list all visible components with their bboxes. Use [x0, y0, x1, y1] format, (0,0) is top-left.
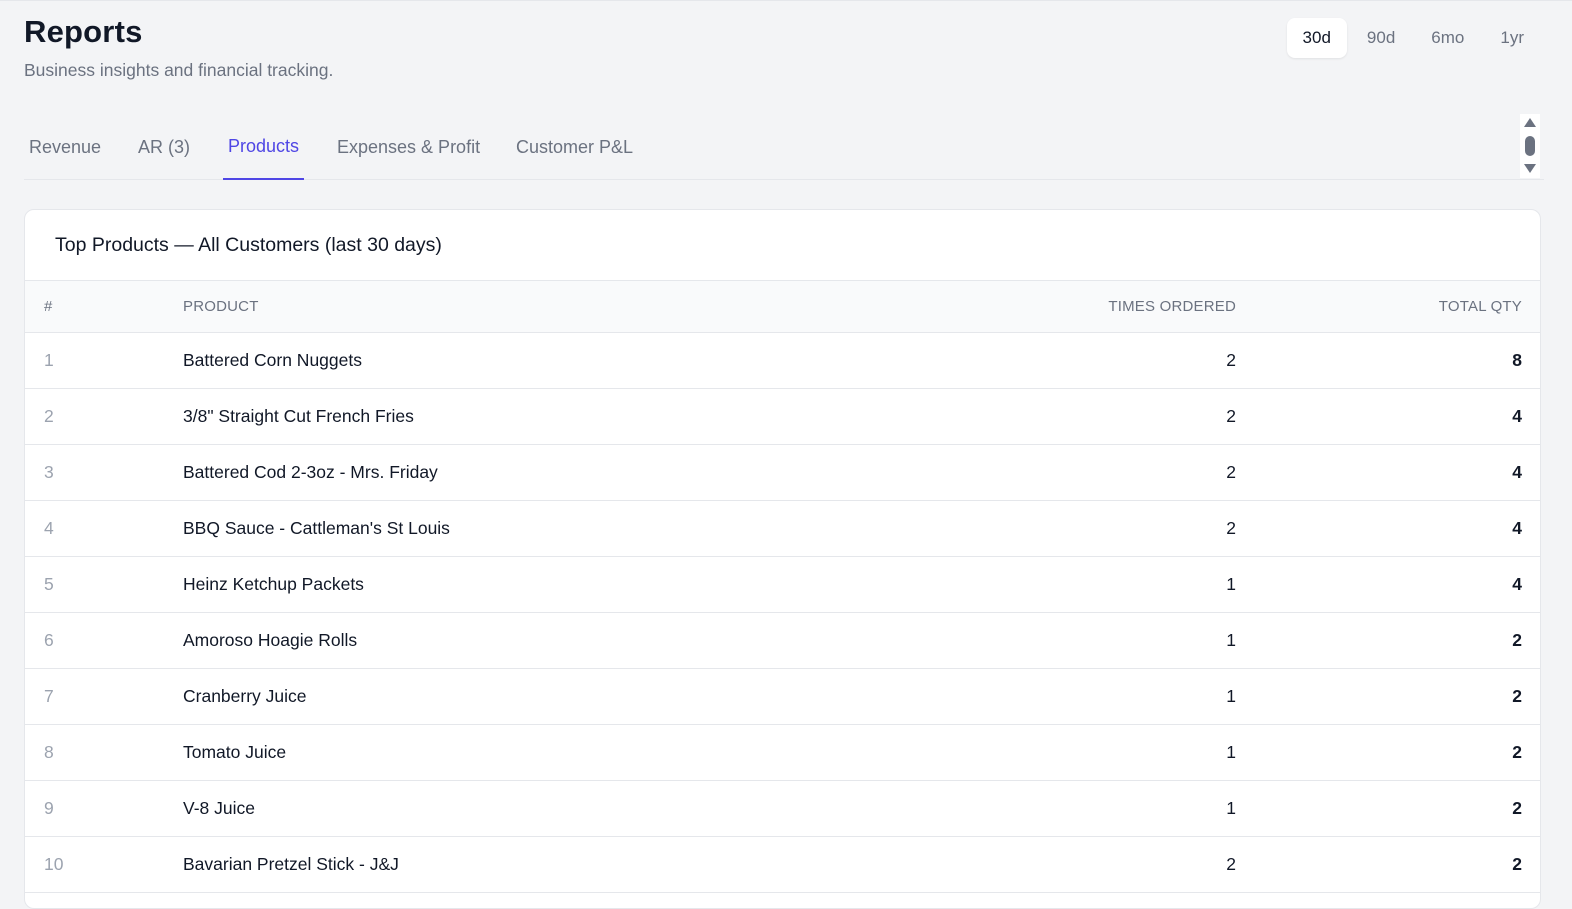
row-product: Battered Corn Nuggets	[183, 349, 362, 370]
row-times-ordered: 2	[1226, 349, 1236, 370]
row-times-ordered: 1	[1226, 629, 1236, 650]
row-total-qty: 2	[1512, 797, 1522, 818]
row-rank: 7	[44, 685, 54, 706]
range-90d-button[interactable]: 90d	[1351, 18, 1411, 58]
range-6mo-button[interactable]: 6mo	[1415, 18, 1480, 58]
table-row[interactable]: 5 Heinz Ketchup Packets 1 4	[25, 556, 1540, 612]
table-row[interactable]: 10 Bavarian Pretzel Stick - J&J 2 2	[25, 836, 1540, 892]
row-rank: 1	[44, 349, 54, 370]
table-header-row: # Product Times Ordered Total Qty	[25, 281, 1540, 333]
top-products-card: Top Products — All Customers (last 30 da…	[24, 209, 1541, 909]
row-rank: 4	[44, 517, 54, 538]
tab-scrollbar[interactable]	[1520, 114, 1540, 178]
row-times-ordered: 2	[1226, 853, 1236, 874]
row-total-qty: 4	[1512, 517, 1522, 538]
column-header-product[interactable]: Product	[183, 281, 983, 333]
row-total-qty: 2	[1512, 853, 1522, 874]
row-times-ordered: 1	[1226, 685, 1236, 706]
range-1yr-button[interactable]: 1yr	[1484, 18, 1540, 58]
row-product: Tomato Juice	[183, 741, 287, 762]
row-product: Bavarian Pretzel Stick - J&J	[183, 853, 399, 874]
row-product: Cranberry Juice	[183, 685, 307, 706]
row-total-qty: 4	[1512, 461, 1522, 482]
page-title: Reports	[24, 14, 143, 49]
scrollbar-thumb[interactable]	[1525, 136, 1535, 156]
scroll-up-arrow-icon[interactable]	[1524, 118, 1536, 127]
tab-revenue[interactable]: Revenue	[24, 114, 106, 180]
table-row[interactable]: 6 Amoroso Hoagie Rolls 1 2	[25, 612, 1540, 668]
row-total-qty: 2	[1512, 685, 1522, 706]
tab-products[interactable]: Products	[223, 114, 305, 180]
row-times-ordered: 2	[1226, 461, 1236, 482]
column-header-times-ordered[interactable]: Times Ordered	[983, 281, 1239, 333]
row-total-qty: 2	[1512, 741, 1522, 762]
row-rank: 9	[44, 797, 54, 818]
tab-customer-pl[interactable]: Customer P&L	[511, 114, 638, 180]
row-times-ordered: 2	[1226, 405, 1236, 426]
row-times-ordered: 1	[1226, 741, 1236, 762]
row-rank: 6	[44, 629, 54, 650]
row-total-qty: 4	[1512, 405, 1522, 426]
row-total-qty: 2	[1512, 629, 1522, 650]
row-times-ordered: 2	[1226, 517, 1236, 538]
row-rank: 10	[44, 853, 64, 874]
row-total-qty: 8	[1512, 349, 1522, 370]
table-row[interactable]: 4 BBQ Sauce - Cattleman's St Louis 2 4	[25, 500, 1540, 556]
table-row[interactable]: 3 Battered Cod 2-3oz - Mrs. Friday 2 4	[25, 444, 1540, 500]
row-product: V-8 Juice	[183, 797, 255, 818]
tab-ar[interactable]: AR (3)	[133, 114, 195, 180]
range-30d-button[interactable]: 30d	[1286, 18, 1347, 58]
row-rank: 3	[44, 461, 54, 482]
page-subtitle: Business insights and financial tracking…	[24, 60, 334, 80]
tab-expenses-profit[interactable]: Expenses & Profit	[332, 114, 485, 180]
column-header-rank[interactable]: #	[25, 281, 183, 333]
row-product: BBQ Sauce - Cattleman's St Louis	[183, 517, 450, 538]
report-tabs: Revenue AR (3) Products Expenses & Profi…	[24, 114, 1544, 180]
table-row[interactable]: 1 Battered Corn Nuggets 2 8	[25, 332, 1540, 388]
scroll-down-arrow-icon[interactable]	[1524, 164, 1536, 173]
row-times-ordered: 1	[1226, 797, 1236, 818]
row-product: Battered Cod 2-3oz - Mrs. Friday	[183, 461, 438, 482]
table-row[interactable]: 2 3/8" Straight Cut French Fries 2 4	[25, 388, 1540, 444]
row-rank: 2	[44, 405, 54, 426]
page-header: Reports Business insights and financial …	[24, 14, 1544, 84]
table-row[interactable]: 9 V-8 Juice 1 2	[25, 780, 1540, 836]
date-range-selector: 30d 90d 6mo 1yr	[1286, 18, 1540, 58]
table-row[interactable]: 7 Cranberry Juice 1 2	[25, 668, 1540, 724]
row-product: 3/8" Straight Cut French Fries	[183, 405, 414, 426]
top-products-table: # Product Times Ordered Total Qty 1 Batt…	[25, 281, 1540, 893]
row-rank: 8	[44, 741, 54, 762]
row-product: Amoroso Hoagie Rolls	[183, 629, 358, 650]
card-title: Top Products — All Customers (last 30 da…	[55, 234, 442, 256]
column-header-total-qty[interactable]: Total Qty	[1239, 281, 1540, 333]
row-rank: 5	[44, 573, 54, 594]
reports-page: Reports Business insights and financial …	[24, 0, 1544, 909]
table-row[interactable]: 8 Tomato Juice 1 2	[25, 724, 1540, 780]
row-product: Heinz Ketchup Packets	[183, 573, 364, 594]
row-times-ordered: 1	[1226, 573, 1236, 594]
row-total-qty: 4	[1512, 573, 1522, 594]
